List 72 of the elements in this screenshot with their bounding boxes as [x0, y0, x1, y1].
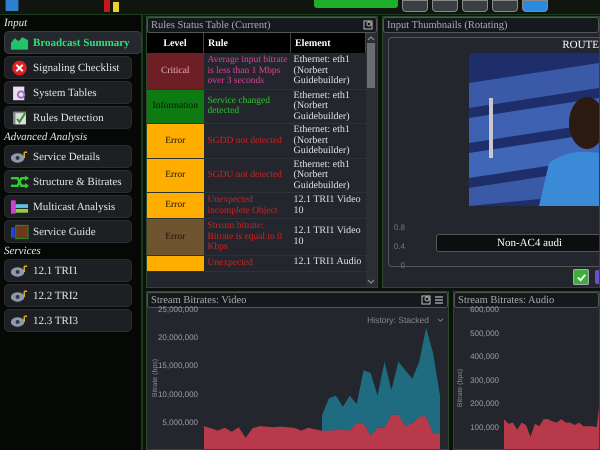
nav-item[interactable]: 12.2 TRI2 — [4, 284, 132, 307]
chart-icon — [10, 34, 29, 50]
column-header[interactable]: Level — [147, 33, 204, 53]
nav-item[interactable]: Structure & Bitrates — [4, 170, 132, 193]
nav-item[interactable]: 12.1 TRI1 — [4, 259, 132, 282]
checkbox-icon — [10, 110, 29, 126]
toolbar-button[interactable] — [402, 0, 428, 12]
toolbar-button[interactable] — [432, 0, 458, 12]
scrollbar[interactable] — [366, 33, 376, 287]
status-banner: Non-AC4 audi — [436, 234, 599, 252]
error-icon — [10, 60, 29, 76]
table-cell: SGDU not detected — [204, 158, 290, 192]
popout-icon[interactable] — [421, 295, 431, 305]
y-tick-label: 500,000 — [470, 328, 499, 338]
axis-label: 0.8 — [394, 223, 405, 232]
y-tick-label: 300,000 — [470, 376, 499, 384]
level-cell: Information — [147, 89, 204, 124]
section-title: Input — [4, 17, 28, 29]
guide-icon — [10, 224, 29, 240]
y-tick-label: 15,000,000 — [158, 361, 198, 370]
toolbar-button[interactable] — [462, 0, 488, 12]
level-cell: Error — [147, 158, 204, 192]
nav-item[interactable]: Rules Detection — [4, 106, 132, 129]
check-icon — [576, 272, 586, 282]
shuffle-icon — [10, 174, 29, 190]
panel-title: Stream Bitrates: Audio — [458, 294, 556, 306]
y-tick-label: 25,000,000 — [158, 305, 198, 314]
level-cell: Error — [147, 124, 204, 158]
route-label: ROUTE — [562, 39, 599, 51]
panel-title: Rules Status Table (Current) — [151, 20, 272, 30]
panel-title: Stream Bitrates: Video — [151, 294, 248, 306]
popout-icon[interactable] — [363, 20, 373, 30]
level-cell: Error — [147, 218, 204, 255]
y-tick-label: 100,000 — [470, 422, 499, 432]
panel-title: Input Thumbnails (Rotating) — [387, 20, 509, 30]
table-cell: SGDD not detected — [204, 124, 290, 158]
nav-item[interactable]: 12.3 TRI3 — [4, 309, 132, 332]
history-dropdown[interactable]: History: Stacked — [367, 315, 444, 325]
y-tick-label: 10,000,000 — [158, 390, 198, 399]
scroll-down-icon[interactable] — [367, 279, 375, 285]
bars-icon — [10, 198, 29, 214]
table-cell: Service changed detected — [204, 89, 290, 124]
table-cell: Unexpected — [204, 255, 290, 271]
table-cell: Average input bitrate is less than 1 Mbps over 3 seconds — [204, 53, 290, 89]
column-header[interactable]: Rule — [204, 33, 290, 53]
table-cell: Stream bitrate: Bitrate is equal to 0 Kbps — [204, 218, 290, 255]
y-tick-label: 400,000 — [470, 352, 499, 361]
scroll-thumb[interactable] — [367, 43, 375, 88]
column-header[interactable]: Element — [290, 33, 366, 53]
checkbox[interactable] — [573, 269, 589, 285]
table-cell: Unexpected incomplete Object — [204, 192, 290, 218]
y-tick-label: 600,000 — [470, 305, 499, 314]
axis-label: 0.4 — [394, 242, 405, 251]
toolbar-button[interactable] — [522, 0, 548, 12]
nav-item[interactable]: Service Guide — [4, 220, 132, 243]
section-title: Services — [4, 245, 42, 257]
level-cell: Error — [147, 192, 204, 218]
nav-item[interactable]: System Tables — [4, 81, 132, 104]
y-tick-label: 200,000 — [470, 399, 499, 408]
nav-item[interactable]: Broadcast Summary — [4, 31, 142, 54]
toolbar-button[interactable] — [492, 0, 518, 12]
nav-item[interactable]: Signaling Checklist — [4, 56, 132, 79]
axis-label: 0 — [400, 261, 405, 270]
level-cell: Critical — [147, 53, 204, 89]
section-title: Advanced Analysis — [4, 131, 88, 143]
menu-icon[interactable] — [434, 295, 444, 305]
nav-item[interactable]: Service Details — [4, 145, 132, 168]
y-tick-label: 20,000,000 — [158, 333, 198, 342]
scroll-up-icon[interactable] — [367, 35, 375, 41]
nav-item[interactable]: Multicast Analysis — [4, 195, 132, 218]
toolbar-button[interactable] — [595, 270, 599, 284]
y-tick-label: 5,000,000 — [162, 418, 198, 427]
